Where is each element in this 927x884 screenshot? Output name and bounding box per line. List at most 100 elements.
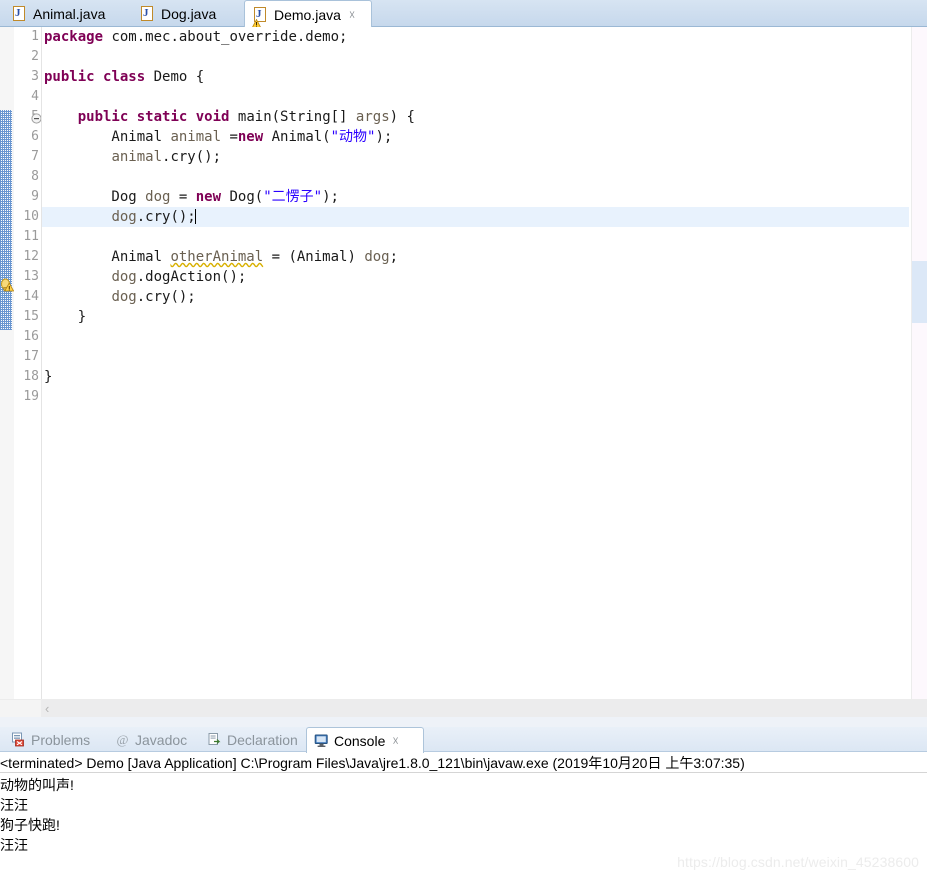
- code-token-str: "二愣子": [263, 189, 323, 205]
- view-tab-label: Console: [334, 732, 386, 749]
- code-line[interactable]: [42, 47, 909, 67]
- code-token-plain: }: [44, 309, 87, 325]
- code-line[interactable]: public static void main(String[] args) {: [42, 107, 909, 127]
- code-line[interactable]: [42, 327, 909, 347]
- console-output[interactable]: 动物的叫声! 汪汪 狗子快跑! 汪汪: [0, 775, 927, 855]
- editor-marker-gutter[interactable]: [0, 27, 15, 717]
- code-token-plain: }: [44, 369, 53, 385]
- javadoc-icon: @: [115, 732, 130, 747]
- code-line[interactable]: }: [42, 367, 909, 387]
- warning-marker-icon[interactable]: [1, 278, 15, 292]
- code-token-kw: new: [237, 129, 264, 145]
- view-tab-javadoc[interactable]: @ Javadoc: [108, 727, 200, 752]
- view-tab-declaration[interactable]: Declaration: [200, 727, 308, 752]
- code-token-kw: static: [136, 109, 188, 125]
- code-token-plain: = (Animal): [263, 249, 365, 265]
- code-token-plain: .cry();: [162, 149, 222, 165]
- code-token-loc: dog: [111, 209, 137, 225]
- declaration-icon: [207, 732, 222, 747]
- code-token-plain: com.mec.about_override.demo;: [103, 29, 348, 45]
- code-token-plain: =: [221, 129, 238, 145]
- watermark-text: https://blog.csdn.net/weixin_45238600: [677, 854, 919, 870]
- view-tab-problems[interactable]: Problems: [4, 727, 106, 752]
- view-tab-label: Declaration: [227, 731, 298, 748]
- code-text-area[interactable]: package com.mec.about_override.demo; pub…: [42, 27, 909, 717]
- view-tab-console[interactable]: Console ☓: [306, 727, 424, 753]
- console-output-line: 动物的叫声!: [0, 777, 74, 793]
- java-letter-glyph: J: [143, 6, 149, 19]
- console-output-line: 汪汪: [0, 837, 28, 853]
- code-line[interactable]: [42, 347, 909, 367]
- code-token-kw: class: [103, 69, 146, 85]
- code-token-loc: dog: [111, 269, 137, 285]
- editor-tab-demo-java[interactable]: J Demo.java ☓: [244, 0, 372, 28]
- problems-icon: [11, 732, 26, 747]
- code-token-plain: Demo {: [145, 69, 205, 85]
- code-token-loc: animal: [170, 129, 222, 145]
- code-line[interactable]: [42, 387, 909, 407]
- svg-text:@: @: [117, 732, 129, 747]
- code-token-plain: Dog(: [221, 189, 264, 205]
- code-line[interactable]: [42, 227, 909, 247]
- code-token-kw: void: [195, 109, 230, 125]
- console-process-header: <terminated> Demo [Java Application] C:\…: [0, 753, 927, 773]
- editor-horizontal-scrollbar[interactable]: ‹: [0, 699, 927, 717]
- code-line[interactable]: }: [42, 307, 909, 327]
- change-indicator-bar: [0, 110, 12, 330]
- console-output-line: 汪汪: [0, 797, 28, 813]
- bottom-view-tab-bar: Problems @ Javadoc Declaration Console ☓: [0, 727, 927, 753]
- code-line[interactable]: public class Demo {: [42, 67, 909, 87]
- code-line[interactable]: dog.cry();: [42, 207, 909, 227]
- close-icon[interactable]: ☓: [349, 9, 355, 21]
- editor-tab-dog-java[interactable]: J Dog.java: [132, 0, 232, 27]
- code-token-plain: Animal(: [263, 129, 331, 145]
- code-token-loc: dog: [145, 189, 171, 205]
- code-editor[interactable]: 12345678910111213141516171819 package co…: [0, 27, 927, 717]
- overview-ruler-thumb[interactable]: [912, 261, 927, 323]
- code-line[interactable]: package com.mec.about_override.demo;: [42, 27, 909, 47]
- editor-tab-label: Demo.java: [274, 6, 341, 23]
- view-tab-label: Javadoc: [135, 731, 188, 748]
- code-token-plain: );: [322, 189, 339, 205]
- code-token-loc: animal: [111, 149, 163, 165]
- scrollbar-thumb[interactable]: [41, 700, 927, 717]
- code-line[interactable]: [42, 167, 909, 187]
- code-line[interactable]: dog.dogAction();: [42, 267, 909, 287]
- editor-tab-label: Dog.java: [161, 5, 217, 22]
- code-token-str: "动物": [330, 129, 376, 145]
- code-line[interactable]: [42, 87, 909, 107]
- java-file-warning-icon: J: [251, 6, 268, 28]
- view-sash-divider[interactable]: [0, 717, 927, 727]
- code-line[interactable]: Animal animal =new Animal("动物");: [42, 127, 909, 147]
- warning-overlay-icon: [251, 15, 262, 28]
- overview-ruler[interactable]: [911, 27, 927, 717]
- code-token-plain: ;: [389, 249, 399, 265]
- editor-tab-label: Animal.java: [33, 5, 106, 22]
- code-line[interactable]: animal.cry();: [42, 147, 909, 167]
- console-output-line: 狗子快跑!: [0, 817, 60, 833]
- code-token-loc: dog: [111, 289, 137, 305]
- code-token-plain: Animal: [44, 249, 171, 265]
- scroll-left-chevron-icon[interactable]: ‹: [45, 702, 49, 715]
- code-token-plain: );: [375, 129, 393, 145]
- code-token-plain: .dogAction();: [136, 269, 247, 285]
- java-file-icon: J: [141, 5, 155, 22]
- editor-tab-animal-java[interactable]: J Animal.java: [4, 0, 124, 27]
- code-token-plain: main: [237, 109, 272, 125]
- code-token-plain: ) {: [389, 109, 415, 125]
- close-icon[interactable]: ☓: [392, 735, 398, 747]
- code-line[interactable]: Dog dog = new Dog("二愣子");: [42, 187, 909, 207]
- code-line[interactable]: dog.cry();: [42, 287, 909, 307]
- code-token-warnvar: otherAnimal: [170, 249, 264, 265]
- code-token-plain: .cry();: [136, 289, 196, 305]
- code-line[interactable]: Animal otherAnimal = (Animal) dog;: [42, 247, 909, 267]
